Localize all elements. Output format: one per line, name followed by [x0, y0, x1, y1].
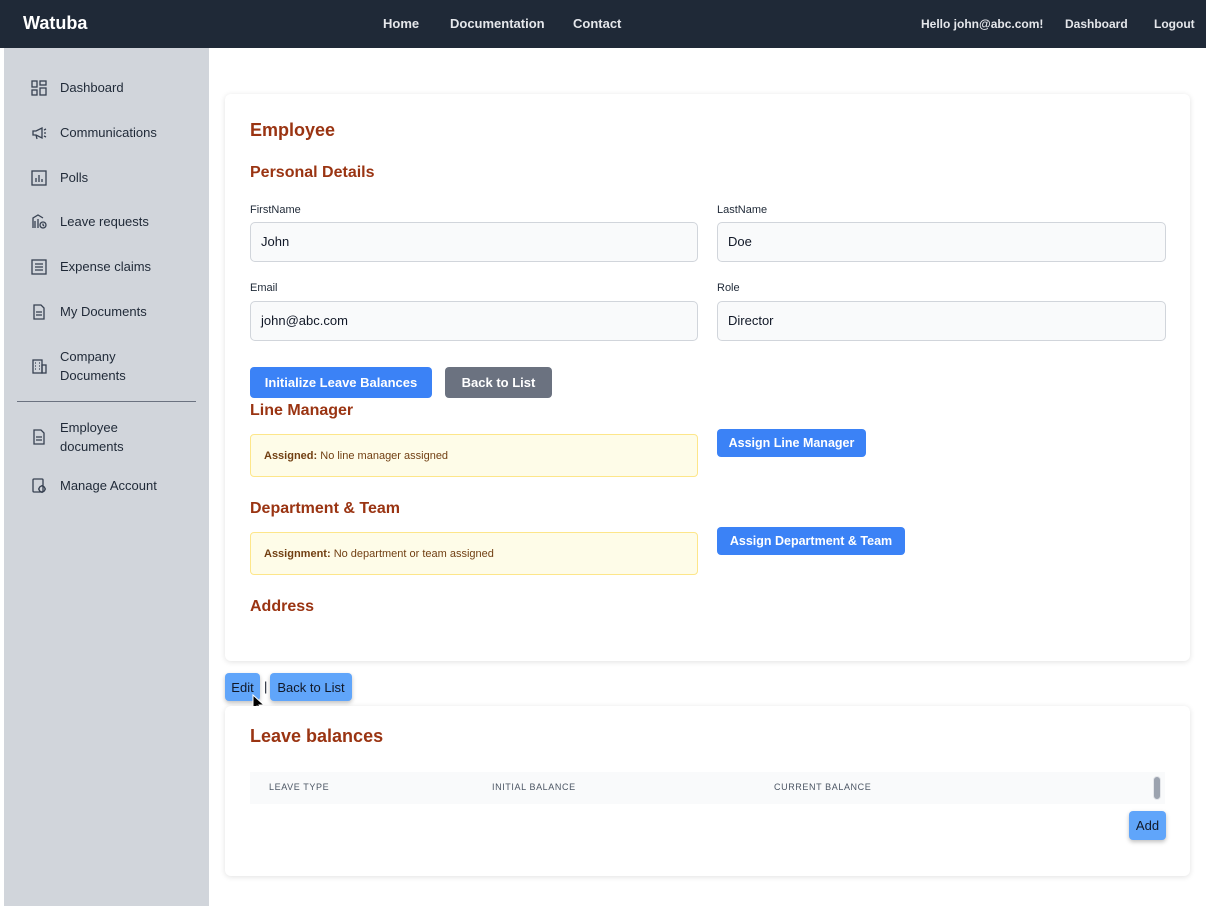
- sidebar-item-label: Polls: [60, 170, 89, 185]
- leave-balances-card: Leave balances LEAVE TYPE INITIAL BALANC…: [225, 706, 1190, 876]
- department-team-heading: Department & Team: [250, 500, 400, 517]
- lastname-label: LastName: [717, 204, 768, 216]
- sidebar-item-dashboard[interactable]: Dashboard: [17, 78, 197, 97]
- dashboard-icon: [31, 79, 47, 96]
- document-icon: [31, 303, 47, 320]
- sidebar-item-manage-account[interactable]: Manage Account: [17, 476, 197, 495]
- firstname-field[interactable]: John: [250, 222, 698, 262]
- list-icon: [31, 258, 47, 275]
- back-to-list-link[interactable]: Back to List: [270, 673, 352, 701]
- initialize-leave-balances-button[interactable]: Initialize Leave Balances: [250, 367, 432, 398]
- sidebar-item-label: My Documents: [60, 304, 147, 319]
- megaphone-icon: [31, 125, 47, 141]
- line-manager-heading: Line Manager: [250, 402, 354, 419]
- page-title: Employee: [250, 120, 336, 140]
- personal-details-heading: Personal Details: [250, 164, 375, 181]
- role-field[interactable]: Director: [717, 301, 1166, 341]
- role-label: Role: [717, 282, 740, 294]
- table-scrollbar[interactable]: [1153, 776, 1161, 800]
- sidebar-item-label: Employee documents: [60, 420, 124, 454]
- sidebar-item-communications[interactable]: Communications: [17, 123, 197, 142]
- department-status: Assignment: No department or team assign…: [250, 532, 698, 575]
- sidebar-item-polls[interactable]: Polls: [17, 168, 197, 187]
- logout-link[interactable]: Logout: [1154, 17, 1195, 31]
- sidebar-item-expense-claims[interactable]: Expense claims: [17, 257, 197, 276]
- email-field[interactable]: john@abc.com: [250, 301, 698, 341]
- top-navbar: Watuba Home Documentation Contact Hello …: [0, 0, 1206, 48]
- sidebar-item-label: Communications: [60, 125, 157, 140]
- email-label: Email: [250, 282, 278, 294]
- column-leave-type: LEAVE TYPE: [269, 782, 330, 792]
- sidebar-item-label: Manage Account: [60, 478, 157, 493]
- sidebar-item-label: Company Documents: [60, 349, 126, 383]
- sidebar-item-company-documents[interactable]: Company Documents: [17, 347, 197, 385]
- assign-department-team-button[interactable]: Assign Department & Team: [717, 527, 905, 555]
- column-initial-balance: INITIAL BALANCE: [492, 782, 576, 792]
- sidebar-item-label: Leave requests: [60, 214, 149, 229]
- leave-icon: [31, 213, 47, 230]
- line-manager-status-value: No line manager assigned: [320, 450, 449, 462]
- nav-contact[interactable]: Contact: [573, 16, 621, 31]
- building-icon: [31, 358, 47, 374]
- lastname-field[interactable]: Doe: [717, 222, 1166, 262]
- add-leave-balance-button[interactable]: Add: [1129, 811, 1166, 840]
- department-status-value: No department or team assigned: [333, 548, 494, 560]
- assign-line-manager-button[interactable]: Assign Line Manager: [717, 429, 866, 457]
- nav-home[interactable]: Home: [383, 16, 419, 31]
- department-status-key: Assignment:: [264, 548, 331, 560]
- back-to-list-button[interactable]: Back to List: [445, 367, 552, 398]
- leave-table-header: LEAVE TYPE INITIAL BALANCE CURRENT BALAN…: [250, 772, 1165, 804]
- employee-card: Employee Personal Details FirstName John…: [225, 94, 1190, 661]
- sidebar-item-label: Expense claims: [60, 259, 152, 274]
- user-greeting[interactable]: Hello john@abc.com!: [921, 17, 1043, 31]
- line-manager-status: Assigned: No line manager assigned: [250, 434, 698, 477]
- column-current-balance: CURRENT BALANCE: [774, 782, 872, 792]
- sidebar-item-label: Dashboard: [60, 80, 124, 95]
- nav-documentation[interactable]: Documentation: [450, 16, 545, 31]
- chart-icon: [31, 169, 47, 186]
- document-icon: [31, 429, 47, 445]
- sidebar-item-my-documents[interactable]: My Documents: [17, 302, 197, 321]
- leave-balances-title: Leave balances: [250, 726, 384, 746]
- line-manager-status-key: Assigned:: [264, 450, 318, 462]
- sidebar-item-employee-documents[interactable]: Employee documents: [17, 418, 197, 456]
- sidebar-item-leave-requests[interactable]: Leave requests: [17, 212, 197, 231]
- sidebar: Dashboard Communications Polls Leave req…: [4, 48, 209, 906]
- address-heading: Address: [250, 598, 315, 615]
- gear-icon: [31, 477, 47, 494]
- nav-dashboard[interactable]: Dashboard: [1065, 17, 1128, 31]
- firstname-label: FirstName: [250, 204, 301, 216]
- sidebar-divider: [17, 401, 196, 402]
- action-separator: |: [264, 679, 268, 694]
- brand-logo[interactable]: Watuba: [23, 13, 87, 34]
